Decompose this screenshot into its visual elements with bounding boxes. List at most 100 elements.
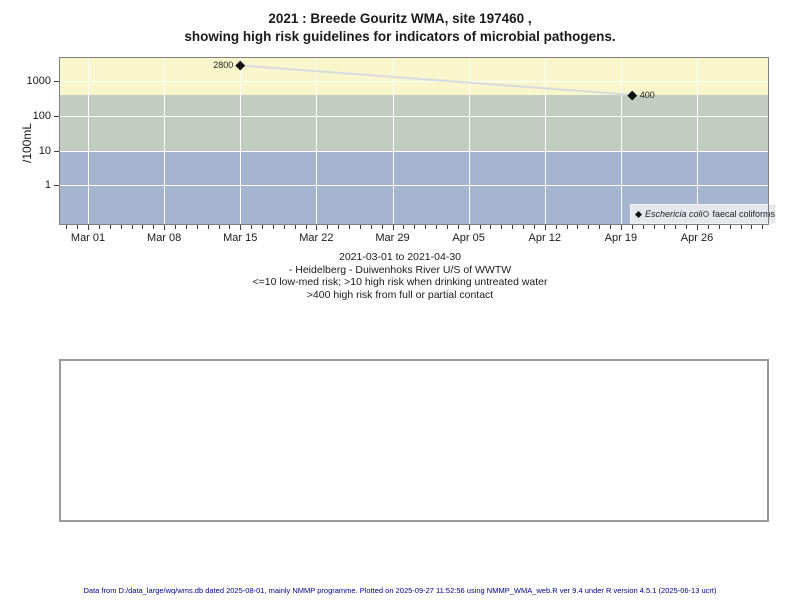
legend-label: Eschericia coli bbox=[645, 209, 703, 219]
x-minor-tick bbox=[740, 225, 742, 229]
x-minor-tick bbox=[327, 225, 329, 229]
x-minor-tick bbox=[153, 225, 155, 229]
x-tick-label: Apr 05 bbox=[452, 232, 485, 244]
x-tick-label: Mar 29 bbox=[375, 232, 410, 244]
chart-title-line1: 2021 : Breede Gouritz WMA, site 197460 , bbox=[268, 11, 532, 26]
x-minor-tick bbox=[262, 225, 264, 229]
x-minor-tick bbox=[446, 225, 448, 229]
x-minor-tick bbox=[533, 225, 535, 229]
x-minor-tick bbox=[751, 225, 753, 229]
caption-risk-guideline-contact: >400 high risk from full or partial cont… bbox=[306, 288, 494, 301]
legend: Eschericia coli faecal coliforms bbox=[630, 204, 776, 224]
empty-second-panel bbox=[59, 359, 769, 522]
x-major-tick bbox=[88, 225, 90, 230]
y-axis-title: /100mL bbox=[20, 122, 34, 164]
caption-risk-guideline-drinking: <=10 low-med risk; >10 high risk when dr… bbox=[252, 276, 548, 288]
x-minor-tick bbox=[109, 225, 111, 229]
x-major-tick bbox=[316, 225, 318, 230]
y-tick-label: 1 bbox=[44, 179, 51, 192]
x-minor-tick bbox=[425, 225, 427, 229]
x-minor-tick bbox=[207, 225, 209, 229]
legend-entry-faecal-coliforms: faecal coliforms bbox=[702, 209, 776, 219]
series-line bbox=[240, 64, 632, 96]
x-minor-tick bbox=[718, 225, 720, 229]
data-point-label: 400 bbox=[639, 89, 655, 100]
x-minor-tick bbox=[218, 225, 220, 229]
x-tick-label: Apr 26 bbox=[680, 232, 714, 244]
x-minor-tick bbox=[142, 225, 144, 229]
x-major-tick bbox=[240, 225, 242, 230]
x-minor-tick bbox=[566, 225, 568, 229]
x-minor-tick bbox=[512, 225, 514, 229]
data-point-label: 2800 bbox=[213, 60, 234, 71]
x-minor-tick bbox=[185, 225, 187, 229]
legend-label: faecal coliforms bbox=[712, 209, 776, 219]
x-major-tick bbox=[468, 225, 470, 230]
x-major-tick bbox=[164, 225, 166, 230]
x-minor-tick bbox=[131, 225, 133, 229]
x-minor-tick bbox=[664, 225, 666, 229]
y-tick-label: 1000 bbox=[26, 74, 51, 87]
caption-site-name: - Heidelberg - Duiwenhoks River U/S of W… bbox=[288, 263, 512, 276]
x-minor-tick bbox=[588, 225, 590, 229]
legend-entry-escherichia-coli: Eschericia coli bbox=[634, 209, 703, 219]
x-minor-tick bbox=[457, 225, 459, 229]
x-minor-tick bbox=[414, 225, 416, 229]
x-minor-tick bbox=[686, 225, 688, 229]
x-minor-tick bbox=[77, 225, 79, 229]
x-minor-tick bbox=[229, 225, 231, 229]
x-minor-tick bbox=[359, 225, 361, 229]
x-minor-tick bbox=[577, 225, 579, 229]
filled-diamond-icon bbox=[634, 210, 643, 218]
x-minor-tick bbox=[294, 225, 296, 229]
x-major-tick bbox=[544, 225, 546, 230]
x-tick-label: Mar 08 bbox=[147, 232, 182, 244]
x-minor-tick bbox=[98, 225, 100, 229]
x-minor-tick bbox=[196, 225, 198, 229]
x-minor-tick bbox=[555, 225, 557, 229]
plot-area: Eschericia coli faecal coliforms 2800 400 bbox=[59, 57, 776, 225]
x-minor-tick bbox=[436, 225, 438, 229]
chart-title-line2: showing high risk guidelines for indicat… bbox=[184, 29, 616, 44]
x-minor-tick bbox=[631, 225, 633, 229]
x-tick-label: Mar 01 bbox=[70, 232, 106, 244]
x-major-tick bbox=[697, 225, 698, 230]
y-tick-label: 100 bbox=[32, 109, 51, 122]
x-minor-tick bbox=[120, 225, 122, 229]
x-minor-tick bbox=[653, 225, 655, 229]
x-minor-tick bbox=[599, 225, 601, 229]
x-minor-tick bbox=[490, 225, 492, 229]
x-minor-tick bbox=[305, 225, 307, 229]
x-minor-tick bbox=[381, 225, 383, 229]
x-minor-tick bbox=[338, 225, 340, 229]
x-major-tick bbox=[620, 225, 622, 230]
x-major-tick bbox=[392, 225, 394, 230]
caption: 2021-03-01 to 2021-04-30 - Heidelberg - … bbox=[0, 251, 800, 301]
x-minor-tick bbox=[370, 225, 372, 229]
x-minor-tick bbox=[501, 225, 503, 229]
x-minor-tick bbox=[707, 225, 709, 229]
x-minor-tick bbox=[479, 225, 481, 229]
x-minor-tick bbox=[610, 225, 611, 229]
open-circle-icon bbox=[702, 211, 709, 217]
x-tick-label: Mar 22 bbox=[299, 232, 334, 244]
chart-title: 2021 : Breede Gouritz WMA, site 197460 ,… bbox=[0, 10, 800, 46]
x-minor-tick bbox=[642, 225, 644, 229]
x-tick-label: Apr 19 bbox=[604, 232, 638, 244]
x-minor-tick bbox=[675, 225, 677, 229]
x-minor-tick bbox=[349, 225, 351, 229]
x-minor-tick bbox=[272, 225, 274, 229]
x-minor-tick bbox=[175, 225, 177, 229]
y-tick-label: 10 bbox=[38, 144, 51, 157]
x-tick-label: Mar 15 bbox=[223, 232, 258, 244]
x-minor-tick bbox=[283, 225, 285, 229]
x-minor-tick bbox=[66, 225, 68, 229]
x-minor-tick bbox=[251, 225, 253, 229]
caption-date-range: 2021-03-01 to 2021-04-30 bbox=[338, 251, 461, 263]
x-minor-tick bbox=[523, 225, 525, 229]
x-minor-tick bbox=[762, 225, 764, 229]
footer-provenance-text: Data from D:/data_large/wq/wms.db dated … bbox=[83, 586, 717, 595]
x-minor-tick bbox=[729, 225, 731, 229]
x-tick-label: Apr 12 bbox=[528, 232, 561, 244]
x-minor-tick bbox=[403, 225, 405, 229]
